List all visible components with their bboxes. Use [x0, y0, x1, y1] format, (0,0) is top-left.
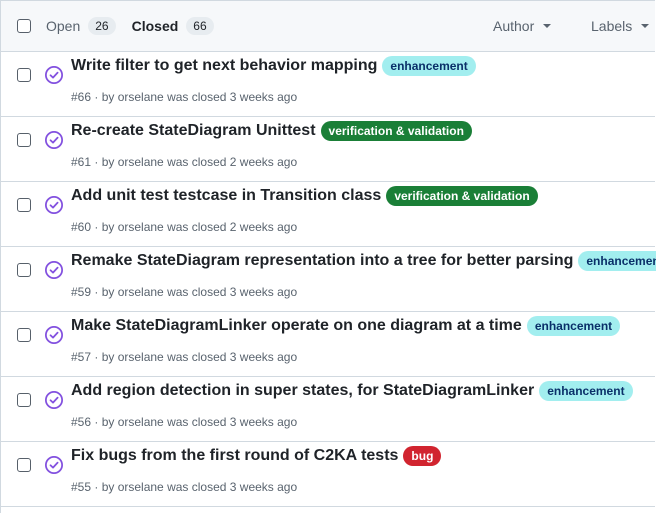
select-all-checkbox[interactable] [17, 19, 31, 33]
label-bug[interactable]: bug [403, 446, 442, 466]
issue-closed-text: was closed 3 weeks ago [163, 285, 298, 299]
issue-checkbox[interactable] [17, 133, 31, 147]
issue-meta: #66 · by orselane was closed 3 weeks ago [71, 90, 297, 104]
issue-number: #61 [71, 155, 92, 169]
issue-checkbox[interactable] [17, 68, 31, 82]
issue-title-link[interactable]: Re-create StateDiagram Unittest [71, 122, 316, 140]
issue-closed-text: was closed 3 weeks ago [163, 480, 298, 494]
issue-closed-icon [45, 391, 63, 409]
label-verification-validation[interactable]: verification & validation [320, 121, 472, 141]
label-verification-validation[interactable]: verification & validation [386, 186, 538, 206]
issue-number: #66 [71, 90, 92, 104]
issue-closed-icon [45, 66, 63, 84]
chevron-down-icon [641, 24, 650, 28]
issue-author-link[interactable]: orselane [118, 350, 164, 364]
issue-checkbox[interactable] [17, 393, 31, 407]
issue-number: #56 [71, 415, 92, 429]
issue-row: Fix bugs from the first round of C2KA te… [1, 442, 655, 507]
closed-tab-label: Closed [131, 18, 179, 34]
issue-meta: #59 · by orselane was closed 3 weeks ago [71, 285, 297, 299]
issue-checkbox[interactable] [17, 198, 31, 212]
issue-author-link[interactable]: orselane [118, 220, 164, 234]
issue-closed-icon [45, 131, 63, 149]
issue-title-link[interactable]: Remake StateDiagram representation into … [71, 252, 573, 270]
issue-closed-icon [45, 326, 63, 344]
author-filter-button[interactable]: Author [493, 1, 552, 51]
issue-author-link[interactable]: orselane [118, 155, 164, 169]
chevron-down-icon [543, 24, 552, 28]
issue-number: #57 [71, 350, 92, 364]
issue-checkbox[interactable] [17, 458, 31, 472]
issue-meta: #57 · by orselane was closed 3 weeks ago [71, 350, 297, 364]
issue-meta: #56 · by orselane was closed 3 weeks ago [71, 415, 297, 429]
issue-author-link[interactable]: orselane [118, 285, 164, 299]
closed-count-badge: 66 [186, 17, 214, 35]
open-issues-tab[interactable]: Open 26 [46, 17, 116, 35]
issue-closed-icon [45, 261, 63, 279]
open-tab-label: Open [46, 18, 81, 34]
closed-issues-tab[interactable]: Closed 66 [132, 17, 214, 35]
issue-row: Remake StateDiagram representation into … [1, 247, 656, 312]
open-count-badge: 26 [88, 17, 116, 35]
issue-closed-icon [45, 456, 63, 474]
issue-closed-text: was closed 3 weeks ago [163, 90, 298, 104]
label-enhancement[interactable]: enhancement [578, 251, 656, 271]
issues-list: Open 26 Closed 66 Author Labels Write fi… [0, 0, 656, 513]
issue-checkbox[interactable] [17, 328, 31, 342]
labels-filter-button[interactable]: Labels [591, 1, 650, 51]
issue-by-text: · by [91, 350, 118, 364]
issue-number: #60 [71, 220, 92, 234]
issue-number: #55 [71, 480, 92, 494]
issue-meta: #55 · by orselane was closed 3 weeks ago [71, 480, 297, 494]
issue-row: Add region detection in super states, fo… [1, 377, 655, 442]
issue-title-link[interactable]: Make StateDiagramLinker operate on one d… [71, 317, 522, 335]
issue-checkbox[interactable] [17, 263, 31, 277]
issue-by-text: · by [91, 220, 118, 234]
issue-title-link[interactable]: Add region detection in super states, fo… [71, 382, 534, 400]
issue-author-link[interactable]: orselane [118, 480, 164, 494]
issue-by-text: · by [91, 415, 118, 429]
issue-closed-text: was closed 3 weeks ago [163, 415, 298, 429]
issue-title-link[interactable]: Add unit test testcase in Transition cla… [71, 187, 381, 205]
issue-author-link[interactable]: orselane [118, 90, 164, 104]
issue-title-link[interactable]: Fix bugs from the first round of C2KA te… [71, 447, 398, 465]
issue-row: Re-create StateDiagram Unittest verifica… [1, 117, 655, 182]
issue-meta: #60 · by orselane was closed 2 weeks ago [71, 220, 297, 234]
label-enhancement[interactable]: enhancement [526, 316, 621, 336]
issue-closed-text: was closed 2 weeks ago [163, 155, 298, 169]
author-filter-label: Author [493, 18, 535, 34]
issue-number: #59 [71, 285, 92, 299]
labels-filter-label: Labels [591, 18, 633, 34]
issue-closed-icon [45, 196, 63, 214]
issue-row: Make StateDiagramLinker operate on one d… [1, 312, 655, 377]
issues-list-header: Open 26 Closed 66 Author Labels [1, 1, 655, 52]
label-enhancement[interactable]: enhancement [382, 56, 476, 76]
issue-by-text: · by [91, 90, 118, 104]
issue-by-text: · by [91, 285, 118, 299]
issue-closed-text: was closed 2 weeks ago [163, 220, 298, 234]
issue-title-link[interactable]: Write filter to get next behavior mappin… [71, 57, 377, 75]
issue-row: Write filter to get next behavior mappin… [1, 52, 655, 117]
label-enhancement[interactable]: enhancement [539, 381, 633, 401]
issue-closed-text: was closed 3 weeks ago [163, 350, 298, 364]
issue-meta: #61 · by orselane was closed 2 weeks ago [71, 155, 297, 169]
issue-by-text: · by [91, 480, 118, 494]
issue-row: Add unit test testcase in Transition cla… [1, 182, 655, 247]
issue-by-text: · by [91, 155, 118, 169]
issue-author-link[interactable]: orselane [118, 415, 164, 429]
